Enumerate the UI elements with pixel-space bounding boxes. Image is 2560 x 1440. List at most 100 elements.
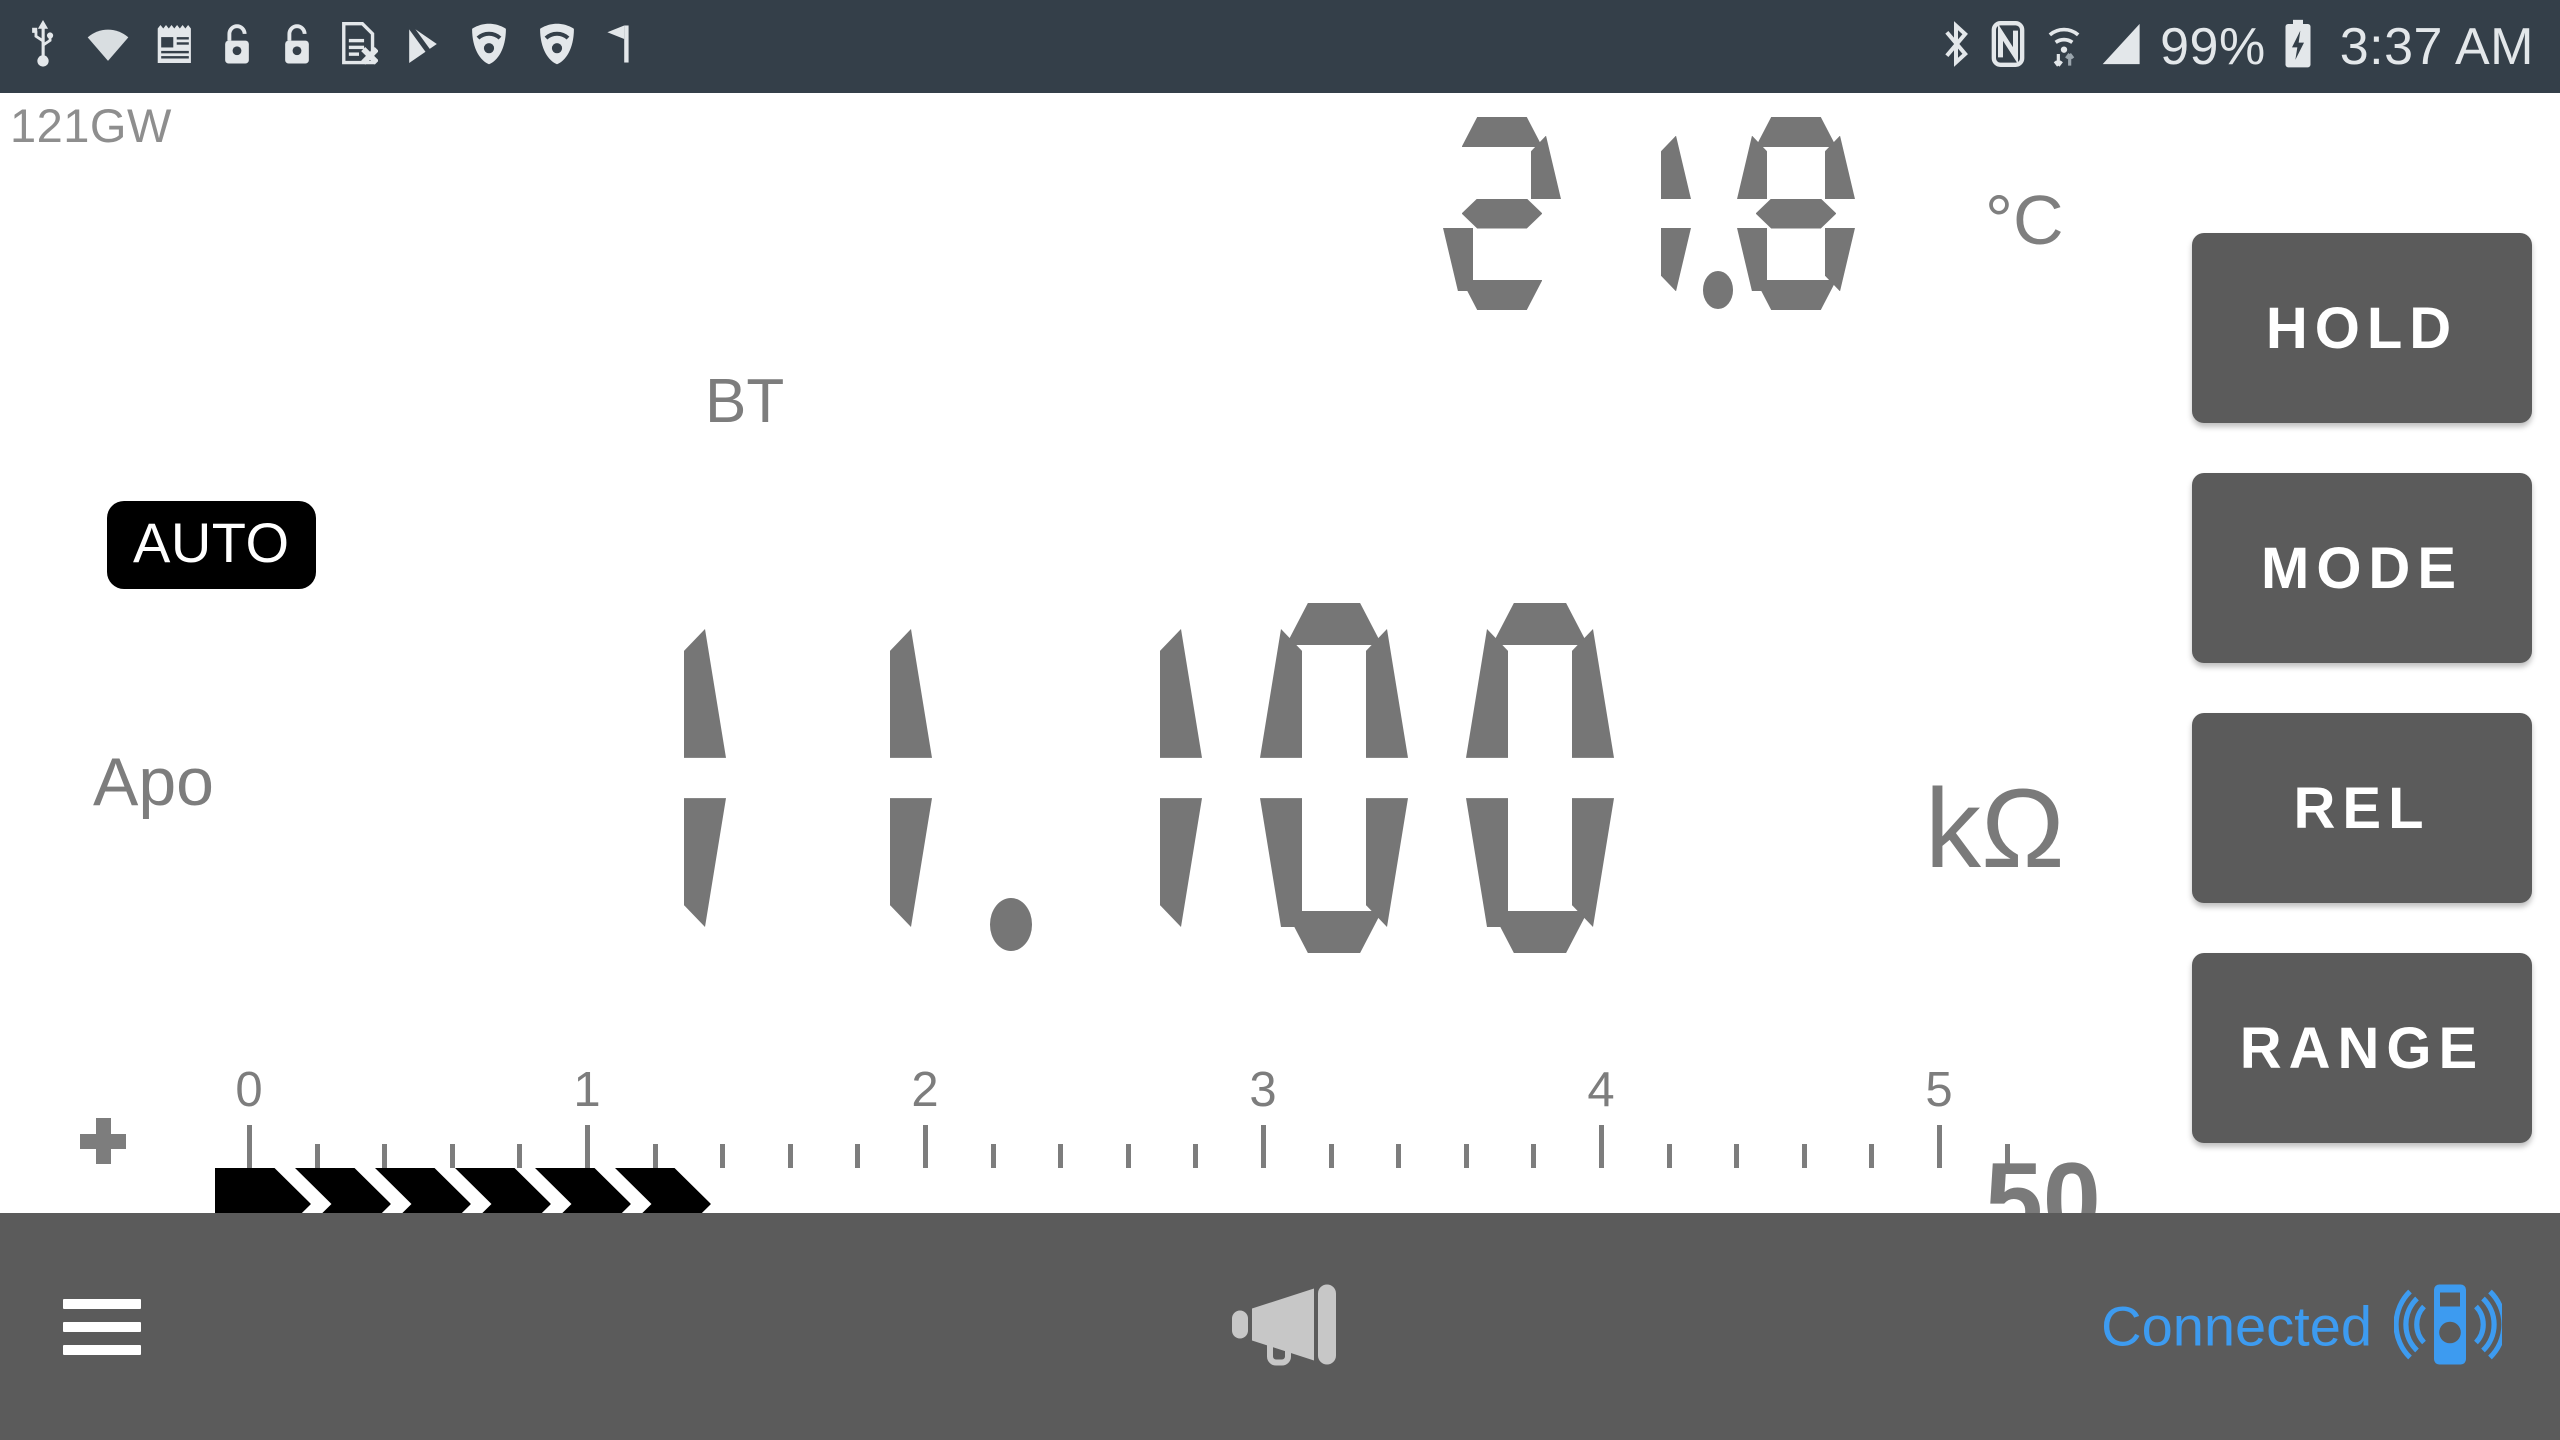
auto-range-indicator: AUTO: [107, 501, 316, 589]
segment-e: [1737, 227, 1767, 292]
segment-e: [578, 798, 620, 927]
segment-d: [1462, 280, 1543, 310]
segment-a: [1492, 603, 1588, 645]
wifi-transfer-icon: [2044, 19, 2084, 74]
wifi-icon: [86, 26, 130, 67]
segment-a: [810, 603, 906, 645]
segment-f: [578, 629, 620, 758]
segment-c: [684, 798, 726, 927]
scale-tick-minor: [1734, 1144, 1740, 1168]
connection-status[interactable]: Connected: [2101, 1278, 2507, 1375]
seven-segment-digit: [784, 603, 932, 953]
app-title: 121GW: [10, 99, 172, 152]
status-bar-right-icons: 99% 3:37 AM: [1940, 19, 2534, 74]
hold-button[interactable]: HOLD: [2192, 233, 2532, 423]
scale-tick-minor: [1801, 1144, 1807, 1168]
scale-tick-minor: [1463, 1144, 1469, 1168]
scale-tick-minor: [314, 1144, 320, 1168]
seven-segment-digit: [1466, 603, 1614, 953]
scale-tick-minor: [1328, 1144, 1334, 1168]
hamburger-bar-3: [63, 1344, 141, 1355]
bt-indicator: BT: [705, 367, 785, 436]
segment-a: [1286, 603, 1382, 645]
segment-e: [1466, 798, 1508, 927]
segment-g: [1286, 757, 1382, 799]
mode-button[interactable]: MODE: [2192, 473, 2532, 663]
secondary-unit-label: °C: [1985, 181, 2064, 259]
scale-tick-label: 1: [573, 1063, 601, 1117]
scale-tick-minor: [449, 1144, 455, 1168]
scale-tick-major: [1261, 1125, 1266, 1168]
status-bar-left-icons: [26, 20, 636, 73]
scale-tick-major: [1937, 1125, 1942, 1168]
apo-indicator: Apo: [93, 744, 214, 820]
segment-a: [1756, 117, 1837, 147]
bluetooth-icon: [1940, 19, 1972, 74]
seven-segment-digit: [1054, 603, 1202, 953]
segment-d: [1756, 280, 1837, 310]
segment-a: [604, 603, 700, 645]
segment-c: [1572, 798, 1614, 927]
segment-b: [1366, 629, 1408, 758]
segment-e: [784, 798, 826, 927]
main-display: [578, 603, 1672, 953]
segment-f: [1466, 629, 1508, 758]
bargraph-scale: 0 1 2 3 4 5: [0, 1048, 2270, 1168]
segment-c: [1366, 798, 1408, 927]
scale-tick-label: 5: [1925, 1063, 1953, 1117]
rel-button[interactable]: REL: [2192, 713, 2532, 903]
device-connected-icon: [2393, 1278, 2507, 1375]
multimeter-app-screen: 99% 3:37 AM 121GW BT AUTO Apo °C kΩ 0 1 …: [0, 0, 2560, 1440]
play-store-icon: [404, 23, 442, 70]
scale-tick-major: [585, 1125, 590, 1168]
sim-card-error-icon: [340, 22, 379, 71]
segment-e: [1054, 798, 1096, 927]
scale-tick-minor: [517, 1144, 523, 1168]
lock-open-icon-2: [280, 22, 314, 71]
scale-tick-label: 3: [1249, 1063, 1277, 1117]
segment-a: [1462, 117, 1543, 147]
bottom-toolbar: Connected: [0, 1213, 2560, 1440]
secondary-display: [1443, 117, 1867, 310]
scale-tick-minor: [787, 1144, 793, 1168]
android-status-bar: 99% 3:37 AM: [0, 0, 2560, 93]
battery-percent-label: 99%: [2160, 17, 2266, 76]
segment-b: [1572, 629, 1614, 758]
range-button[interactable]: RANGE: [2192, 953, 2532, 1143]
segment-e: [1260, 798, 1302, 927]
scale-tick-minor: [720, 1144, 726, 1168]
scale-tick-minor: [990, 1144, 996, 1168]
segment-g: [1492, 757, 1588, 799]
hamburger-menu-icon[interactable]: [63, 1298, 141, 1355]
seven-segment-digit: [1573, 117, 1691, 310]
scale-tick-minor: [1396, 1144, 1402, 1168]
segment-c: [890, 798, 932, 927]
scale-tick-minor: [382, 1144, 388, 1168]
segment-g: [1592, 199, 1673, 229]
segment-d: [1592, 280, 1673, 310]
scale-tick-major: [247, 1125, 252, 1168]
scale-tick-major: [923, 1125, 928, 1168]
seven-segment-digit: [1737, 117, 1855, 310]
scale-tick-minor: [855, 1144, 861, 1168]
battery-charging-icon: [2283, 19, 2313, 74]
segment-g: [1756, 199, 1837, 229]
segment-e: [1443, 227, 1473, 292]
segment-b: [1160, 629, 1202, 758]
decimal-point: [990, 603, 1034, 953]
segment-g: [1080, 757, 1176, 799]
segment-g: [1462, 199, 1543, 229]
scale-tick-label: 4: [1587, 1063, 1615, 1117]
segment-g: [810, 757, 906, 799]
meter-button-column: HOLD MODE REL RANGE: [2192, 233, 2532, 1193]
segment-c: [1160, 798, 1202, 927]
scale-tick-minor: [1869, 1144, 1875, 1168]
vpn-shield-icon: [468, 22, 510, 71]
segment-f: [1054, 629, 1096, 758]
main-unit-label: kΩ: [1925, 766, 2065, 891]
scale-tick-minor: [1193, 1144, 1199, 1168]
scale-tick-label: 0: [235, 1063, 263, 1117]
segment-g: [604, 757, 700, 799]
segment-b: [890, 629, 932, 758]
megaphone-icon[interactable]: [1230, 1282, 1340, 1371]
